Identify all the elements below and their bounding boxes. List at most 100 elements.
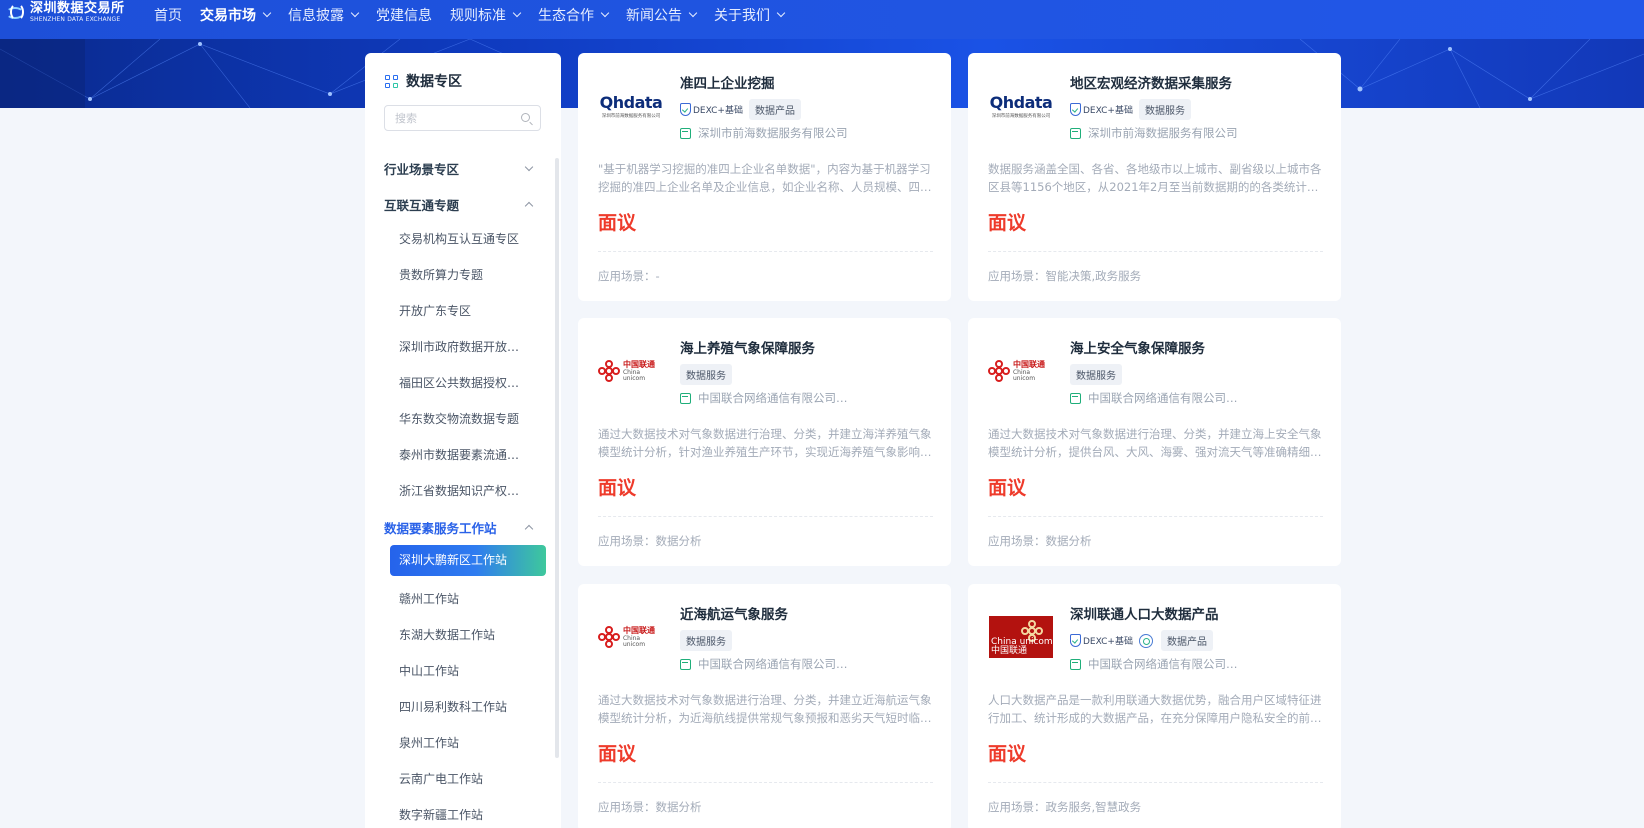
category-tag: 数据服务 bbox=[680, 364, 732, 385]
nav-item[interactable]: 交易市场 bbox=[200, 5, 272, 25]
sidebar-group-label: 数据要素服务工作站 bbox=[384, 521, 497, 536]
card-price: 面议 bbox=[598, 743, 637, 765]
sidebar-item[interactable]: 开放广东专区 bbox=[399, 302, 529, 319]
dexc-label: DEXC+基础 bbox=[1083, 637, 1133, 647]
shield-icon bbox=[680, 103, 691, 116]
nav-item-label: 生态合作 bbox=[538, 8, 594, 24]
product-card[interactable]: 中国联通 China unicom 海上安全气象保障服务 数据服务 中国联合网络通信有限… bbox=[968, 318, 1341, 566]
card-description: 数据服务涵盖全国、各省、各地级市以上城市、副省级以上城市各 区县等1156个地区，… bbox=[988, 160, 1323, 196]
nav-item[interactable]: 首页 bbox=[154, 5, 182, 25]
nav-item[interactable]: 新闻公告 bbox=[626, 5, 698, 25]
card-title[interactable]: 近海航运气象服务 bbox=[680, 603, 788, 623]
sidebar-item[interactable]: 福田区公共数据授权运营专区 bbox=[399, 374, 529, 391]
nav-item[interactable]: 关于我们 bbox=[714, 5, 786, 25]
scene-value: 智能决策,政务服务 bbox=[1045, 269, 1142, 283]
building-icon bbox=[1070, 392, 1081, 404]
product-card[interactable]: Qhdata 深圳市前海数据服务有限公司 地区宏观经济数据采集服务 DEXC+基础 数据… bbox=[968, 53, 1341, 301]
provider-company[interactable]: 深圳市前海数据服务有限公司 bbox=[1070, 125, 1238, 141]
nav-item-label: 关于我们 bbox=[714, 8, 770, 24]
product-card[interactable]: 中国联通 China unicom 近海航运气象服务 数据服务中国联合网络通信有限公司… bbox=[578, 584, 951, 828]
site-logo[interactable]: 深圳数据交易所 SHENZHEN DATA EXCHANGE bbox=[6, 2, 125, 23]
product-card[interactable]: Qhdata 深圳市前海数据服务有限公司 准四上企业挖掘 DEXC+基础 数据产品 深圳市… bbox=[578, 53, 951, 301]
card-tags: 数据服务 bbox=[680, 630, 732, 651]
provider-company[interactable]: 中国联合网络通信有限公司深圳市分公司 bbox=[680, 390, 858, 406]
sidebar-item[interactable]: 泰州市数据要素流通交易专区 bbox=[399, 446, 529, 463]
shield-icon bbox=[1070, 634, 1081, 647]
sidebar-item[interactable]: 交易机构互认互通专区 bbox=[399, 230, 529, 247]
sidebar-item[interactable]: 赣州工作站 bbox=[399, 590, 529, 607]
sidebar-item[interactable]: 东湖大数据工作站 bbox=[399, 626, 529, 643]
sidebar-item[interactable]: 浙江省数据知识产权专区 bbox=[399, 482, 529, 499]
sidebar-item[interactable]: 泉州工作站 bbox=[399, 734, 529, 751]
sidebar-group-service-station[interactable]: 数据要素服务工作站 bbox=[384, 518, 534, 537]
card-title[interactable]: 海上养殖气象保障服务 bbox=[680, 337, 815, 357]
card-divider bbox=[988, 782, 1323, 783]
description-line: 通过大数据技术对气象数据进行治理、分类，并建立海洋养殖气象 bbox=[598, 427, 932, 441]
description-line: 人口大数据产品是一款利用联通大数据优势，融合用户区域特征进 bbox=[988, 693, 1322, 707]
provider-company[interactable]: 中国联合网络通信有限公司深圳市分公司 bbox=[1070, 656, 1248, 672]
building-icon bbox=[680, 392, 691, 404]
sidebar-group-interconnect[interactable]: 互联互通专题 bbox=[384, 195, 534, 214]
description-line: 区县等1156个地区，从2021年2月至当前数据期的的各类统计数据指标 bbox=[988, 180, 1323, 194]
nav-item[interactable]: 规则标准 bbox=[450, 5, 522, 25]
sidebar-group-industry[interactable]: 行业场景专区 bbox=[384, 159, 534, 178]
certification-seal-icon bbox=[1138, 633, 1153, 648]
card-description: 通过大数据技术对气象数据进行治理、分类，并建立海上安全气象 模型统计分析，提供台风… bbox=[988, 425, 1323, 461]
china-unicom-logo: 中国联通 China unicom bbox=[598, 626, 664, 648]
card-tags: DEXC+基础 数据产品 bbox=[680, 99, 801, 120]
card-title[interactable]: 深圳联通人口大数据产品 bbox=[1070, 603, 1219, 623]
building-icon bbox=[1070, 658, 1081, 670]
sidebar-item-active[interactable]: 深圳大鹏新区工作站 bbox=[390, 545, 546, 576]
sidebar-item[interactable]: 云南广电工作站 bbox=[399, 770, 529, 787]
description-line: "基于机器学习挖掘的准四上企业名单数据"，内容为基于机器学习 bbox=[598, 162, 931, 176]
sidebar-item[interactable]: 华东数交物流数据专题 bbox=[399, 410, 529, 427]
nav-item[interactable]: 信息披露 bbox=[288, 5, 360, 25]
description-line: 通过大数据技术对气象数据进行治理、分类，并建立海上安全气象 bbox=[988, 427, 1322, 441]
chevron-up-icon bbox=[524, 201, 534, 211]
sidebar-item[interactable]: 贵数所算力专题 bbox=[399, 266, 529, 283]
provider-company[interactable]: 深圳市前海数据服务有限公司 bbox=[680, 125, 848, 141]
logo-subtext: China unicom bbox=[1012, 368, 1036, 382]
card-title[interactable]: 地区宏观经济数据采集服务 bbox=[1070, 72, 1232, 92]
sidebar-scrollbar[interactable] bbox=[555, 158, 559, 758]
nav-item-label: 党建信息 bbox=[376, 8, 432, 24]
logo-subtext: China unicom bbox=[622, 634, 646, 648]
shield-icon bbox=[1070, 103, 1081, 116]
provider-logo: 中国联通 China unicom bbox=[598, 346, 664, 396]
unicom-knot-icon bbox=[598, 360, 620, 382]
scene-value: - bbox=[655, 269, 660, 283]
provider-company[interactable]: 中国联合网络通信有限公司深圳市分公司 bbox=[1070, 390, 1248, 406]
product-card[interactable]: 中国联通 China unicom 海上养殖气象保障服务 数据服务中国联合网络通信有限… bbox=[578, 318, 951, 566]
product-card[interactable]: China unicom中国联通 深圳联通人口大数据产品 DEXC+基础 数据产品 中国… bbox=[968, 584, 1341, 828]
china-unicom-logo: 中国联通 China unicom bbox=[598, 360, 664, 382]
card-divider bbox=[598, 251, 933, 252]
scene-value: 数据分析 bbox=[655, 800, 702, 814]
sidebar-search-input[interactable] bbox=[385, 106, 515, 130]
nav-item[interactable]: 生态合作 bbox=[538, 5, 610, 25]
description-line: 数据服务涵盖全国、各省、各地级市以上城市、副省级以上城市各 bbox=[988, 162, 1322, 176]
scene-value: 数据分析 bbox=[655, 534, 702, 548]
card-title[interactable]: 海上安全气象保障服务 bbox=[1070, 337, 1205, 357]
nav-item[interactable]: 党建信息 bbox=[376, 5, 432, 25]
description-line: 挖掘的准四上企业名单及企业信息，如企业名称、人员规模、四上企业预测概率等 bbox=[598, 180, 933, 194]
card-title[interactable]: 准四上企业挖掘 bbox=[680, 72, 775, 92]
unicom-knot-icon bbox=[598, 626, 620, 648]
sidebar-item[interactable]: 数字新疆工作站 bbox=[399, 806, 529, 823]
company-name: 深圳市前海数据服务有限公司 bbox=[1088, 126, 1238, 140]
provider-logo: Qhdata 深圳市前海数据服务有限公司 bbox=[988, 81, 1054, 131]
scene-label: 应用场景： bbox=[988, 269, 1046, 283]
sidebar-item[interactable]: 四川易利数科工作站 bbox=[399, 698, 529, 715]
provider-company[interactable]: 中国联合网络通信有限公司深圳市分公司 bbox=[680, 656, 858, 672]
logo-name-cn: 深圳数据交易所 bbox=[30, 1, 125, 16]
application-scene: 应用场景：- bbox=[598, 268, 660, 284]
chevron-down-icon bbox=[512, 8, 522, 18]
building-icon bbox=[680, 658, 691, 670]
company-name: 深圳市前海数据服务有限公司 bbox=[698, 126, 848, 140]
nav-item-label: 新闻公告 bbox=[626, 8, 682, 24]
application-scene: 应用场景：智能决策,政务服务 bbox=[988, 268, 1141, 284]
chevron-down-icon bbox=[524, 162, 534, 171]
sidebar-item[interactable]: 深圳市政府数据开放专区 bbox=[399, 338, 529, 355]
search-icon[interactable] bbox=[521, 113, 530, 122]
scene-label: 应用场景： bbox=[598, 269, 656, 283]
sidebar-item[interactable]: 中山工作站 bbox=[399, 662, 529, 679]
